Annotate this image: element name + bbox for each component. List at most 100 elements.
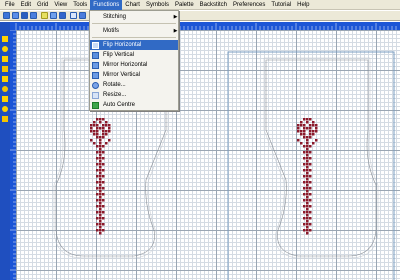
right-motif [297, 118, 318, 235]
stitch-cell [102, 211, 105, 214]
menu-item-rotate[interactable]: Rotate... [90, 80, 178, 90]
stitch-cell [309, 181, 312, 184]
stitch-cell [96, 118, 99, 121]
menu-separator [92, 37, 176, 38]
rotate-icon [92, 81, 99, 89]
stitch-cell [309, 130, 312, 133]
stitch-cell [297, 124, 300, 127]
stitch-cell [309, 124, 312, 127]
text-icon[interactable] [2, 96, 8, 102]
menu-view[interactable]: View [51, 0, 70, 10]
open-file-icon[interactable] [12, 12, 19, 19]
flip-horizontal-icon [92, 41, 99, 49]
menu-functions[interactable]: Functions [90, 0, 123, 10]
menu-palette[interactable]: Palette [172, 0, 197, 10]
new-file-icon[interactable] [3, 12, 10, 19]
undo-icon[interactable] [70, 12, 77, 19]
stitch-cell [99, 178, 102, 181]
line-icon[interactable] [2, 56, 8, 62]
pencil-icon[interactable] [2, 36, 8, 42]
menu-item-mirror-vertical[interactable]: Mirror Vertical [90, 70, 178, 80]
redo-icon[interactable] [79, 12, 86, 19]
menu-grid[interactable]: Grid [34, 0, 51, 10]
stitch-cell [306, 211, 309, 214]
stitch-cell [96, 223, 99, 226]
stitch-cell [306, 205, 309, 208]
menu-item-auto-centre[interactable]: Auto Centre [90, 100, 178, 110]
stitch-cell [306, 154, 309, 157]
paste-icon[interactable] [59, 12, 66, 19]
stitch-cell [99, 169, 102, 172]
stitch-cell [99, 205, 102, 208]
stitch-cell [108, 130, 111, 133]
stitch-cell [306, 121, 309, 124]
menu-item-stitching[interactable]: Stitching ▶ [90, 12, 178, 22]
menu-edit[interactable]: Edit [18, 0, 34, 10]
rectangle-icon[interactable] [2, 66, 8, 72]
stitch-cell [102, 175, 105, 178]
menu-chart[interactable]: Chart [122, 0, 143, 10]
chart-canvas[interactable] [16, 30, 400, 280]
stitch-cell [99, 214, 102, 217]
stitch-cell [90, 139, 93, 142]
stitch-cell [99, 172, 102, 175]
stitch-cell [96, 151, 99, 154]
stitch-cell [315, 139, 318, 142]
menu-tools[interactable]: Tools [70, 0, 90, 10]
stitch-cell [99, 175, 102, 178]
stitch-cell [306, 196, 309, 199]
menu-file[interactable]: File [2, 0, 18, 10]
stitch-cell [303, 163, 306, 166]
menu-symbols[interactable]: Symbols [143, 0, 172, 10]
menu-preferences[interactable]: Preferences [230, 0, 268, 10]
submenu-arrow-icon: ▶ [173, 14, 178, 20]
menu-item-flip-vertical[interactable]: Flip Vertical [90, 50, 178, 60]
stitch-cell [306, 139, 309, 142]
stitch-cell [102, 124, 105, 127]
stitch-cell [102, 169, 105, 172]
stitch-cell [300, 130, 303, 133]
stitch-cell [108, 127, 111, 130]
stitch-cell [309, 193, 312, 196]
stitch-cell [306, 208, 309, 211]
stitch-cell [306, 223, 309, 226]
print-icon[interactable] [30, 12, 37, 19]
cut-icon[interactable] [41, 12, 48, 19]
menu-item-motifs[interactable]: Motifs ▶ [90, 26, 178, 36]
stitch-cell [99, 166, 102, 169]
menu-item-mirror-horizontal[interactable]: Mirror Horizontal [90, 60, 178, 70]
menu-separator [92, 23, 176, 24]
menu-backstitch[interactable]: Backstitch [197, 0, 230, 10]
stitch-cell [303, 217, 306, 220]
menu-item-flip-horizontal[interactable]: Flip Horizontal [90, 40, 178, 50]
backstitch-icon[interactable] [2, 116, 8, 122]
left-motif [90, 118, 111, 235]
stitch-cell [99, 193, 102, 196]
menu-item-resize[interactable]: Resize... [90, 90, 178, 100]
submenu-arrow-icon: ▶ [173, 28, 178, 34]
stitch-cell [99, 157, 102, 160]
stitch-cell [96, 211, 99, 214]
ellipse-icon[interactable] [2, 86, 8, 92]
stitch-cell [306, 175, 309, 178]
stitch-cell [99, 160, 102, 163]
stitch-cell [102, 181, 105, 184]
stitch-cell [96, 130, 99, 133]
stitch-cell [99, 163, 102, 166]
menu-tutorial[interactable]: Tutorial [268, 0, 294, 10]
stitch-cell [309, 151, 312, 154]
stitch-cell [108, 124, 111, 127]
stitch-cell [99, 190, 102, 193]
stitch-cell [309, 145, 312, 148]
stitch-cell [312, 133, 315, 136]
stitch-cell [99, 220, 102, 223]
copy-icon[interactable] [50, 12, 57, 19]
menu-help[interactable]: Help [294, 0, 312, 10]
select-icon[interactable] [2, 76, 8, 82]
stitch-cell [102, 229, 105, 232]
save-icon[interactable] [21, 12, 28, 19]
stitch-cell [96, 181, 99, 184]
stitch-cell [90, 124, 93, 127]
fill-icon[interactable] [2, 46, 8, 52]
eraser-icon[interactable] [2, 106, 8, 112]
